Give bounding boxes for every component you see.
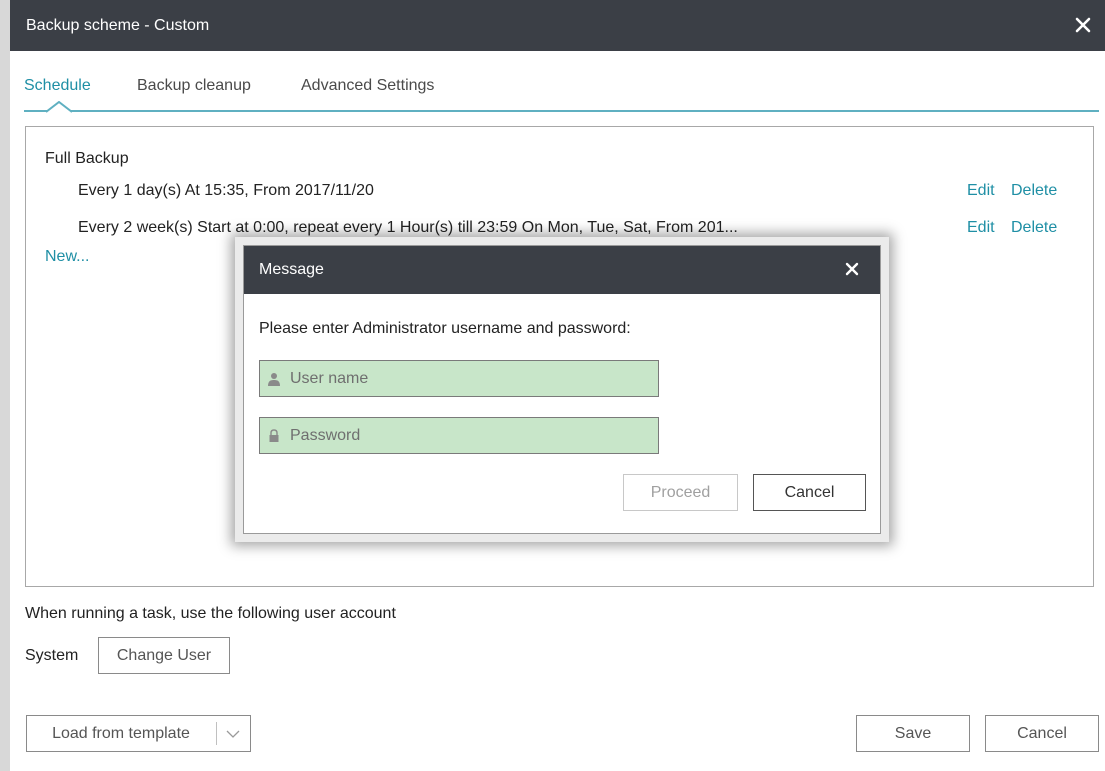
modal-close-icon[interactable]: [842, 259, 862, 279]
save-button[interactable]: Save: [856, 715, 970, 752]
delete-link[interactable]: Delete: [1011, 219, 1057, 237]
credentials-prompt: Please enter Administrator username and …: [259, 320, 631, 337]
tab-underline: [24, 110, 1099, 112]
schedule-row: Every 1 day(s) At 15:35, From 2017/11/20…: [26, 182, 1093, 202]
username-field[interactable]: [259, 360, 659, 397]
edit-link[interactable]: Edit: [967, 219, 995, 237]
chevron-down-icon[interactable]: [224, 725, 242, 743]
schedule-row-text: Every 2 week(s) Start at 0:00, repeat ev…: [78, 219, 738, 236]
edit-link[interactable]: Edit: [967, 182, 995, 200]
active-tab-caret-icon: [46, 101, 72, 113]
username-input[interactable]: [290, 361, 650, 396]
load-template-label: Load from template: [52, 725, 190, 742]
close-icon[interactable]: [1071, 13, 1095, 37]
modal-cancel-button[interactable]: Cancel: [753, 474, 866, 511]
dropdown-separator: [216, 722, 217, 745]
password-field[interactable]: [259, 417, 659, 454]
load-from-template-button[interactable]: Load from template: [26, 715, 251, 752]
message-modal: Message Please enter Administrator usern…: [243, 245, 881, 534]
password-input[interactable]: [290, 418, 650, 453]
tab-schedule[interactable]: Schedule: [24, 77, 91, 95]
proceed-button[interactable]: Proceed: [623, 474, 738, 511]
cancel-button[interactable]: Cancel: [985, 715, 1099, 752]
user-account-label: When running a task, use the following u…: [25, 605, 396, 622]
user-icon: [268, 373, 280, 386]
tab-advanced-settings[interactable]: Advanced Settings: [301, 77, 434, 95]
change-user-button[interactable]: Change User: [98, 637, 230, 674]
tab-backup-cleanup[interactable]: Backup cleanup: [137, 77, 251, 95]
modal-titlebar: Message: [244, 246, 880, 294]
new-schedule-link[interactable]: New...: [45, 248, 89, 266]
full-backup-label: Full Backup: [45, 150, 129, 167]
current-user-label: System: [25, 647, 79, 664]
delete-link[interactable]: Delete: [1011, 182, 1057, 200]
tab-bar: Schedule Backup cleanup Advanced Setting…: [10, 51, 1105, 114]
schedule-row: Every 2 week(s) Start at 0:00, repeat ev…: [26, 219, 1093, 239]
lock-icon: [269, 429, 279, 442]
schedule-row-text: Every 1 day(s) At 15:35, From 2017/11/20: [78, 182, 374, 199]
background-window-edge: [0, 0, 10, 771]
dialog-title: Backup scheme - Custom: [26, 17, 210, 34]
modal-title: Message: [259, 261, 324, 278]
dialog-titlebar: Backup scheme - Custom: [10, 0, 1105, 51]
